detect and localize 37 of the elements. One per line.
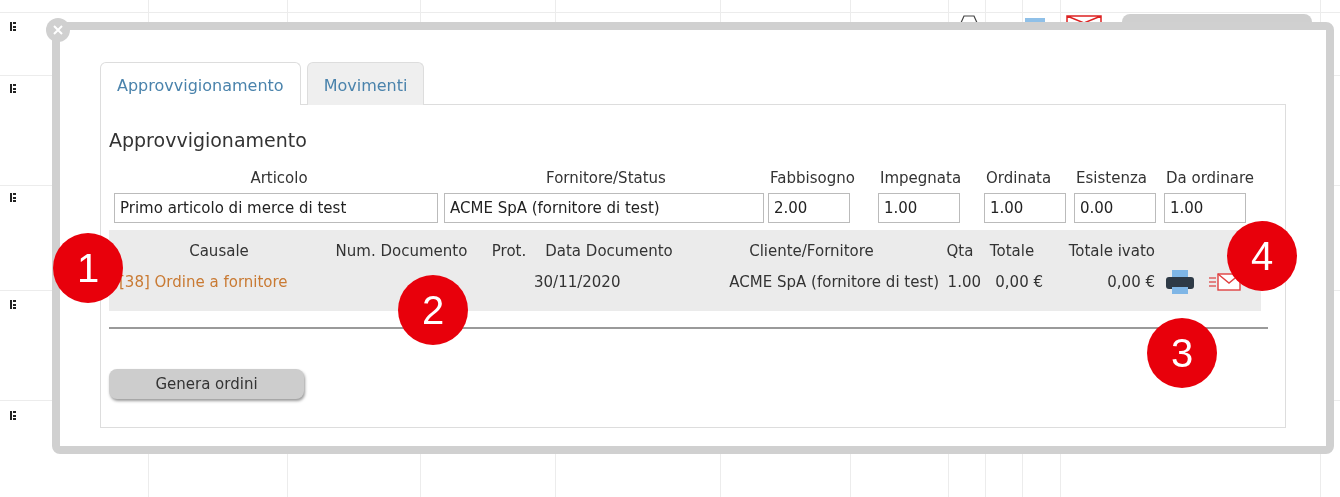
input-field[interactable]: 1.00 [878, 193, 960, 223]
list-icon[interactable] [10, 22, 16, 31]
table-cell-text: 0,00 € [1106, 273, 1155, 291]
column-header: Causale [188, 242, 250, 260]
table-cell-text: 30/11/2020 [534, 273, 622, 291]
column-header: Impegnata [879, 169, 963, 187]
input-field[interactable]: ACME SpA (fornitore di test) [444, 193, 764, 223]
list-icon[interactable] [10, 84, 16, 93]
column-header: Num. Documento [334, 242, 469, 260]
mail-icon[interactable] [1066, 14, 1102, 24]
column-header: Articolo [249, 169, 309, 187]
column-header: Data Documento [544, 242, 674, 260]
column-header: Prot. [490, 242, 528, 260]
input-field[interactable]: 0.00 [1074, 193, 1156, 223]
generate-orders-button[interactable]: Genera ordini [109, 369, 304, 399]
column-header: Ordinata [985, 169, 1053, 187]
table-cell-text: 0,00 € [994, 273, 1043, 291]
list-icon[interactable] [10, 193, 16, 202]
input-field[interactable]: 1.00 [1164, 193, 1246, 223]
input-field[interactable]: 1.00 [984, 193, 1066, 223]
column-header: Qta [945, 242, 975, 260]
list-icon[interactable] [10, 300, 16, 309]
column-header: Totale ivato [1067, 242, 1155, 260]
column-header: Totale [988, 242, 1036, 260]
column-header: Esistenza [1075, 169, 1148, 187]
input-field[interactable]: Primo articolo di merce di test [114, 193, 438, 223]
tab[interactable]: Approvvigionamento [100, 62, 301, 105]
input-field[interactable]: 2.00 [768, 193, 850, 223]
table-cell-text: ACME SpA (fornitore di test) [728, 273, 939, 291]
column-header: Da ordinare [1165, 169, 1254, 187]
section-title: Approvvigionamento [109, 129, 308, 151]
list-icon[interactable] [10, 411, 16, 420]
table-cell-text: 1.00 [946, 273, 981, 291]
column-header: Fornitore/Status [545, 169, 667, 187]
column-header: Cliente/Fornitore [748, 242, 875, 260]
column-header: Fabbisogno [769, 169, 856, 187]
tab[interactable]: Movimenti [306, 62, 425, 105]
